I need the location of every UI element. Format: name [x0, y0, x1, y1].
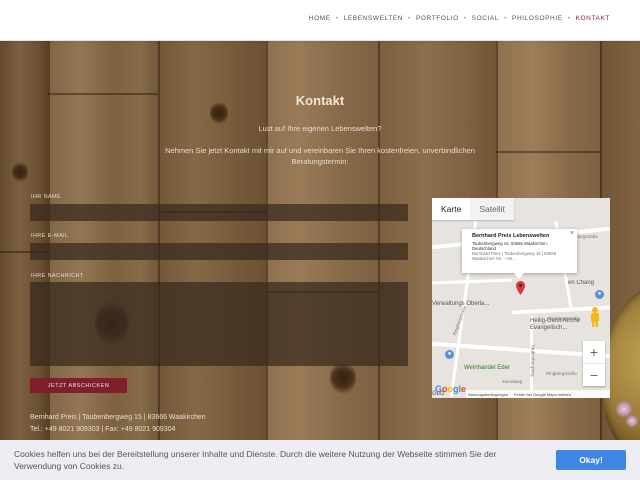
- message-field[interactable]: [30, 282, 408, 366]
- message-label: IHRE NACHRICHT: [31, 273, 84, 279]
- zoom-in-button[interactable]: +: [583, 341, 605, 363]
- cookie-banner: Cookies helfen uns bei der Bereitstellun…: [0, 440, 640, 480]
- street-label: Ringbergstraße: [546, 371, 578, 376]
- cookie-text: Cookies helfen uns bei der Bereitstellun…: [14, 449, 497, 471]
- page-title: Kontakt: [295, 93, 345, 108]
- main-nav: HOME • LEBENSWELTEN • PORTFOLIO • SOCIAL…: [309, 15, 610, 22]
- email-field[interactable]: [30, 243, 408, 260]
- nav-item-portfolio[interactable]: PORTFOLIO: [416, 15, 459, 22]
- nav-separator: •: [504, 15, 508, 22]
- nav-item-philosophie[interactable]: PHILOSOPHIE: [512, 15, 563, 22]
- poi-wine: Weinhandel Eder: [464, 365, 510, 371]
- contact-subtitle: Lust auf Ihre eigenen Lebenswelten?: [258, 124, 382, 133]
- poi-chang: en Chang: [568, 280, 595, 286]
- map-info-window: × Bernhard Preis Lebenswelten Taubenberg…: [462, 229, 577, 273]
- map-type-tabs: Karte Satellit: [432, 198, 514, 220]
- zoom-out-button[interactable]: −: [583, 363, 605, 386]
- info-detail: Bernhard Preis | Taubenbergweg 15 | 8366…: [472, 251, 557, 261]
- nav-separator: •: [463, 15, 467, 22]
- wood-background: Kontakt Lust auf Ihre eigenen Lebenswelt…: [0, 41, 640, 480]
- report-error-link[interactable]: Fehler bei Google Maps melden: [514, 392, 571, 397]
- name-field[interactable]: [30, 204, 408, 221]
- bus-stop-icon: ●: [595, 290, 604, 299]
- bus-stop-icon: ●: [445, 350, 454, 359]
- info-address: Taubenbergweg 15, 83666 Waakirchen, Deut…: [472, 241, 548, 251]
- poi-admin: Verwaltungs Oberla...: [432, 301, 490, 307]
- info-title: Bernhard Preis Lebenswelten: [472, 233, 550, 239]
- map-footer: Nutzungsbedingungen Fehler bei Google Ma…: [466, 390, 610, 398]
- nav-item-lebenswelten[interactable]: LEBENSWELTEN: [344, 15, 403, 22]
- submit-button[interactable]: JETZT ABSCHICKEN: [30, 378, 127, 393]
- cookie-accept-button[interactable]: Okay!: [556, 450, 626, 470]
- tab-satellite[interactable]: Satellit: [470, 198, 514, 220]
- name-label: IHR NAME: [31, 194, 62, 200]
- street-view-pegman-icon[interactable]: [589, 306, 601, 328]
- nav-separator: •: [408, 15, 411, 22]
- nav-item-kontakt[interactable]: KONTAKT: [576, 15, 610, 22]
- street-label: Taubenbergweg: [530, 344, 536, 377]
- tab-map[interactable]: Karte: [432, 198, 470, 220]
- address-line: Bernhard Preis | Taubenbergweg 15 | 8366…: [30, 414, 206, 421]
- google-map[interactable]: Lettenstraße Ringbergstraße Ringbergstra…: [432, 198, 610, 398]
- nav-item-home[interactable]: HOME: [309, 15, 331, 22]
- close-icon[interactable]: ×: [570, 230, 574, 237]
- terms-link[interactable]: Nutzungsbedingungen: [468, 392, 508, 397]
- contact-address: Bernhard Preis | Taubenbergweg 15 | 8366…: [30, 412, 206, 436]
- zoom-controls: + −: [583, 341, 605, 386]
- info-window-tail: [514, 273, 524, 279]
- nav-separator: •: [567, 15, 571, 22]
- site-header: HOME • LEBENSWELTEN • PORTFOLIO • SOCIAL…: [0, 0, 640, 41]
- map-pin-icon[interactable]: [516, 281, 525, 295]
- contact-intro: Nehmen Sie jetzt Kontakt mit mir auf und…: [165, 146, 475, 166]
- nav-separator: •: [335, 15, 339, 22]
- email-label: IHRE E-MAIL: [31, 233, 69, 239]
- nav-item-social[interactable]: SOCIAL: [472, 15, 499, 22]
- street-label: Zeiselweg: [502, 379, 523, 384]
- decorative-flower: [626, 415, 638, 427]
- google-logo: Google: [435, 384, 467, 394]
- phone-fax-line: Tel.: +49 8021 909303 | Fax: +49 8021 90…: [30, 426, 176, 433]
